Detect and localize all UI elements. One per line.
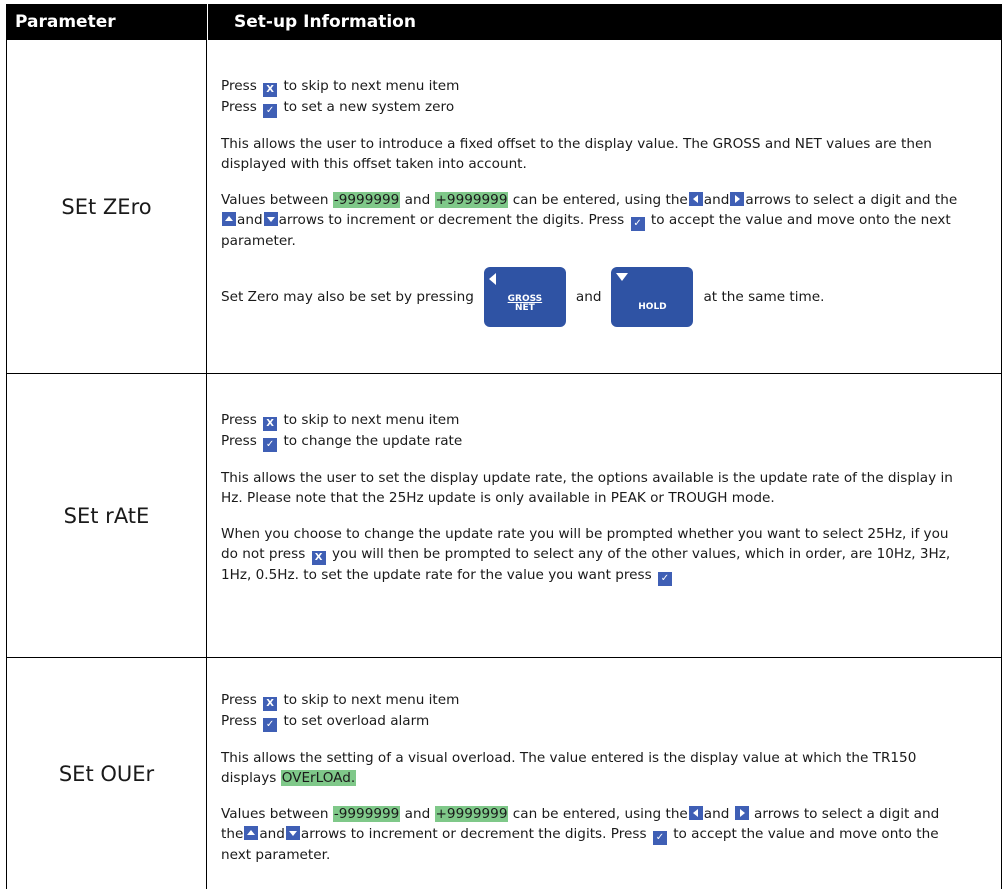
parameter-name: SEt OUEr xyxy=(7,658,207,889)
left-arrow-icon xyxy=(488,273,496,285)
values-paragraph: Values between -9999999 and +9999999 can… xyxy=(221,804,961,865)
press-check-text: to set overload alarm xyxy=(283,713,430,729)
down-arrow-icon xyxy=(616,273,629,281)
press-label: Press xyxy=(221,412,257,428)
values-paragraph: Values between -9999999 and +9999999 can… xyxy=(221,190,961,251)
and-text: and xyxy=(703,806,730,822)
right-arrow-icon xyxy=(730,192,745,206)
and-text: and xyxy=(575,289,602,305)
max-value: +9999999 xyxy=(434,192,509,208)
header-parameter: Parameter xyxy=(15,12,116,32)
setup-info: Press X to skip to next menu item Press … xyxy=(207,658,1001,889)
table-row: SEt rAtE Press X to skip to next menu it… xyxy=(7,373,1001,657)
key-label-hold: HOLD xyxy=(638,302,667,312)
and-text: and xyxy=(703,192,730,208)
down-arrow-icon xyxy=(263,212,278,226)
check-key-icon: ✓ xyxy=(263,104,278,118)
hold-key-icon: HOLD xyxy=(611,267,694,327)
table-header: Parameter Set-up Information xyxy=(7,4,1001,40)
check-key-icon: ✓ xyxy=(658,572,672,586)
values-text: Values between xyxy=(221,192,329,208)
min-value: -9999999 xyxy=(332,806,401,822)
rate-paragraph: When you choose to change the update rat… xyxy=(221,524,961,586)
press-x-text: to skip to next menu item xyxy=(283,78,460,94)
key-label: GROSS NET xyxy=(484,295,566,313)
parameter-name: SEt rAtE xyxy=(7,374,207,657)
and-text: and xyxy=(404,192,431,208)
header-setup-info: Set-up Information xyxy=(207,4,1001,40)
up-arrow-icon xyxy=(244,826,259,840)
press-label: Press xyxy=(221,99,257,115)
rate-text: you will then be prompted to select any … xyxy=(221,546,951,583)
overload-value: OVErLOAd. xyxy=(280,770,357,786)
press-check-line: Press ✓ to set a new system zero xyxy=(221,97,961,118)
and-text: and xyxy=(404,806,431,822)
press-check-text: to change the update rate xyxy=(283,433,463,449)
table-row: SEt OUEr Press X to skip to next menu it… xyxy=(7,657,1001,889)
left-arrow-icon xyxy=(688,806,703,820)
values-text: Values between xyxy=(221,806,329,822)
setzero-text: Set Zero may also be set by pressing xyxy=(221,289,474,305)
values-text: arrows to increment or decrement the dig… xyxy=(278,212,625,228)
press-check-line: Press ✓ to set overload alarm xyxy=(221,711,961,732)
description: This allows the user to set the display … xyxy=(221,470,953,506)
gross-net-key-icon: GROSS NET xyxy=(483,267,566,327)
parameter-name: SEt ZEro xyxy=(7,40,207,373)
check-key-icon: ✓ xyxy=(630,217,645,231)
press-check-text: to set a new system zero xyxy=(283,99,455,115)
max-value: +9999999 xyxy=(434,806,509,822)
values-text: arrows to select a digit and the xyxy=(745,192,958,208)
description: This allows the user to introduce a fixe… xyxy=(221,136,932,172)
min-value: -9999999 xyxy=(332,192,401,208)
x-key-icon: X xyxy=(263,83,278,97)
values-text: arrows to increment or decrement the dig… xyxy=(300,826,647,842)
x-key-icon: X xyxy=(311,551,326,565)
press-label: Press xyxy=(221,713,257,729)
check-key-icon: ✓ xyxy=(652,831,667,845)
down-arrow-icon xyxy=(285,826,300,840)
check-key-icon: ✓ xyxy=(263,438,278,452)
setup-info: Press X to skip to next menu item Press … xyxy=(207,40,1001,373)
setup-info: Press X to skip to next menu item Press … xyxy=(207,374,1001,657)
right-arrow-icon xyxy=(734,806,749,820)
and-text: and xyxy=(259,826,285,842)
press-check-line: Press ✓ to change the update rate xyxy=(221,431,961,452)
check-key-icon: ✓ xyxy=(263,718,278,732)
values-text: can be entered, using the xyxy=(512,806,688,822)
left-arrow-icon xyxy=(688,192,703,206)
values-text: can be entered, using the xyxy=(512,192,688,208)
and-text: and xyxy=(237,212,263,228)
x-key-icon: X xyxy=(263,697,278,711)
press-label: Press xyxy=(221,433,257,449)
setzero-text: at the same time. xyxy=(703,289,825,305)
press-x-text: to skip to next menu item xyxy=(283,412,460,428)
press-x-line: Press X to skip to next menu item xyxy=(221,410,961,431)
press-x-text: to skip to next menu item xyxy=(283,692,460,708)
press-label: Press xyxy=(221,692,257,708)
setup-table: Parameter Set-up Information SEt ZEro Pr… xyxy=(6,4,1002,889)
key-label-net: NET xyxy=(514,303,535,313)
description: This allows the setting of a visual over… xyxy=(221,748,961,788)
press-x-line: Press X to skip to next menu item xyxy=(221,690,961,711)
press-x-line: Press X to skip to next menu item xyxy=(221,76,961,97)
table-row: SEt ZEro Press X to skip to next menu it… xyxy=(7,40,1001,373)
press-label: Press xyxy=(221,78,257,94)
x-key-icon: X xyxy=(263,417,278,431)
set-zero-shortcut: Set Zero may also be set by pressing GRO… xyxy=(221,267,961,327)
up-arrow-icon xyxy=(222,212,236,226)
